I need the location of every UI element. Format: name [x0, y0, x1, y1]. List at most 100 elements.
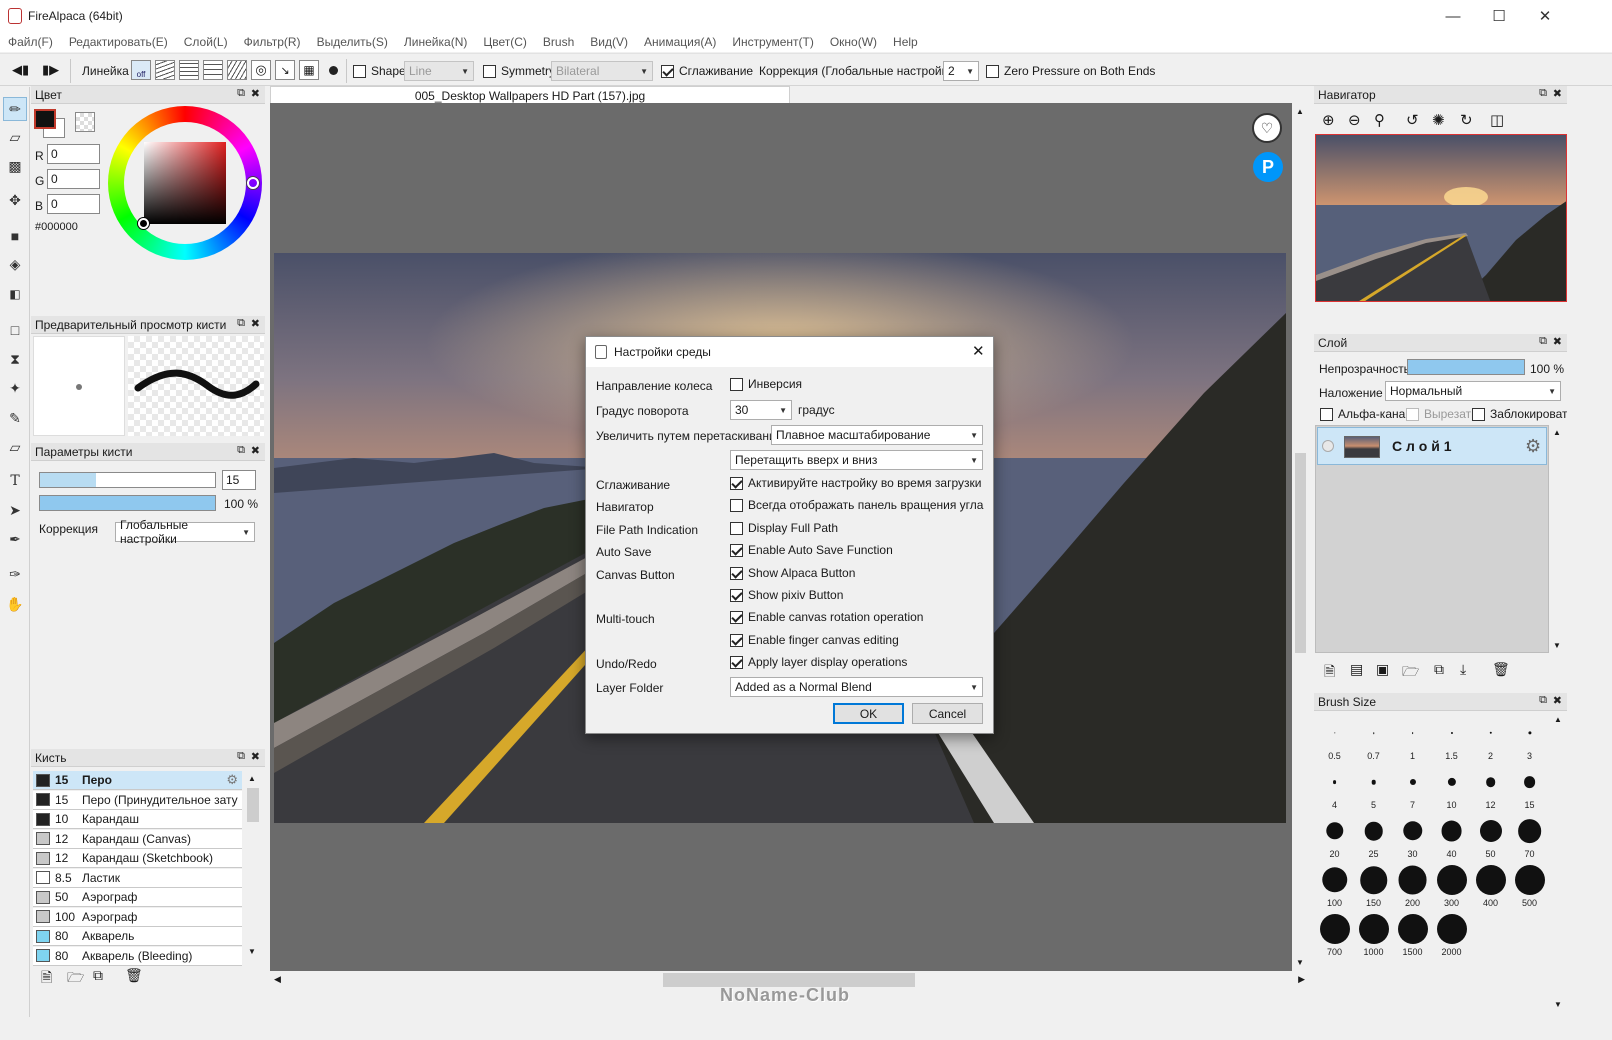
lock-checkbox[interactable]: Заблокироваті [1472, 407, 1567, 421]
brush-size-preset[interactable]: 30 [1393, 811, 1432, 859]
undock-icon[interactable]: ⧉ [237, 87, 245, 100]
duplicate-brush-icon[interactable]: ⧉ [93, 967, 103, 984]
alpaca-button-checkbox[interactable]: Show Alpaca Button [730, 566, 855, 580]
pixiv-button-checkbox[interactable]: Show pixiv Button [730, 588, 843, 602]
new-8bit-layer-icon[interactable]: ▤ [1350, 661, 1363, 678]
layer-folder-select[interactable]: Added as a Normal Blend ▼ [730, 677, 983, 697]
parallel-ruler-icon[interactable] [155, 60, 175, 80]
brush-size-preset[interactable]: 4 [1315, 762, 1354, 810]
zero-pressure-checkbox[interactable]: Zero Pressure on Both Ends [986, 61, 1155, 81]
brush-list-item[interactable]: 50 Аэрограф [33, 888, 242, 907]
brush-size-slider[interactable] [39, 472, 216, 488]
brush-size-preset[interactable]: 300 [1432, 860, 1471, 908]
cancel-button[interactable]: Cancel [912, 703, 983, 724]
undock-icon[interactable]: ⧉ [237, 317, 245, 330]
menu-item[interactable]: Инструмент(T) [724, 35, 822, 49]
correction-select[interactable]: 2 ▼ [943, 61, 979, 81]
close-panel-icon[interactable]: ✖ [251, 317, 260, 330]
blend-select[interactable]: Нормальный ▼ [1385, 381, 1561, 401]
brush-size-preset[interactable]: 5 [1354, 762, 1393, 810]
grid-ruler-icon[interactable] [179, 60, 199, 80]
lasso-tool-icon[interactable]: ⧗ [3, 347, 27, 371]
brush-size-preset[interactable]: 700 [1315, 909, 1354, 957]
shape-select[interactable]: Line ▼ [404, 61, 474, 81]
pixiv-button-icon[interactable]: P [1253, 152, 1283, 182]
brush-list-item[interactable]: 12 Карандаш (Sketchbook) [33, 849, 242, 868]
transparent-swatch[interactable] [75, 112, 95, 132]
menu-item[interactable]: Анимация(A) [636, 35, 724, 49]
rotate-select[interactable]: 30 ▼ [730, 400, 792, 420]
undock-icon[interactable]: ⧉ [237, 750, 245, 763]
dot-tool-icon[interactable]: ▩ [3, 154, 27, 178]
new-brush-icon[interactable]: 🗎 [41, 967, 52, 991]
undock-icon[interactable]: ⧉ [1539, 335, 1547, 348]
close-panel-icon[interactable]: ✖ [251, 87, 260, 100]
brush-size-preset[interactable]: 200 [1393, 860, 1432, 908]
layer-opacity-slider[interactable] [1407, 359, 1525, 375]
eraser-tool-icon[interactable]: ▱ [3, 125, 27, 149]
brush-size-scrollbar[interactable]: ▲ ▼ [1550, 712, 1567, 1012]
wheel-invert-checkbox[interactable]: Инверсия [730, 377, 802, 391]
brush-list-item[interactable]: 80 Акварель (Bleeding) [33, 946, 242, 966]
brush-list-item[interactable]: 80 Акварель [33, 927, 242, 946]
menu-item[interactable]: Фильтр(R) [236, 35, 309, 49]
move-tool-icon[interactable]: ✥ [3, 188, 27, 212]
layer-settings-icon[interactable]: ⚙ [1525, 436, 1541, 457]
brush-correction-select[interactable]: Глобальные настройки ▼ [115, 518, 255, 546]
shape-checkbox[interactable]: Shape [353, 61, 406, 81]
grid-settings-icon[interactable]: ▦ [299, 60, 319, 80]
pen-tool-icon[interactable]: ✏ [3, 97, 27, 121]
close-panel-icon[interactable]: ✖ [1553, 87, 1562, 100]
drag-direction-select[interactable]: Перетащить вверх и вниз ▼ [730, 450, 983, 470]
symmetry-checkbox[interactable]: Symmetry [483, 61, 555, 81]
brush-list-item[interactable]: 15 Перо ⚙ [33, 771, 242, 790]
canvas-vertical-scrollbar[interactable]: ▲ ▼ [1292, 103, 1309, 971]
brush-list-item[interactable]: 12 Карандаш (Canvas) [33, 829, 242, 849]
layer-row[interactable]: С л о й 1 ⚙ [1317, 427, 1547, 465]
navigator-thumbnail[interactable] [1315, 134, 1567, 302]
operation-tool-icon[interactable]: ➤ [3, 498, 27, 522]
clipping-checkbox[interactable]: Вырезать [1406, 407, 1477, 421]
g-input[interactable]: 0 [47, 169, 100, 189]
delete-layer-icon[interactable]: 🗑 [1492, 661, 1510, 678]
brush-opacity-slider[interactable] [39, 495, 216, 511]
undock-icon[interactable]: ⧉ [1539, 694, 1547, 707]
close-panel-icon[interactable]: ✖ [1553, 335, 1562, 348]
autosave-checkbox[interactable]: Enable Auto Save Function [730, 543, 893, 557]
zoom-fit-icon[interactable]: ⚲ [1374, 111, 1385, 129]
undo-icon[interactable]: ◀▮ [12, 62, 29, 78]
text-tool-icon[interactable]: T [3, 469, 27, 493]
alpaca-button-icon[interactable]: ♡ [1252, 113, 1282, 143]
blur-tool-icon[interactable]: ✒ [3, 527, 27, 551]
brush-size-preset[interactable]: 15 [1510, 762, 1549, 810]
menu-item[interactable]: Окно(W) [822, 35, 885, 49]
brush-size-preset[interactable]: 7 [1393, 762, 1432, 810]
brush-size-preset[interactable]: 150 [1354, 860, 1393, 908]
ellipse-ruler-icon[interactable]: ◎ [251, 60, 271, 80]
rotate-left-icon[interactable]: ↺ [1406, 111, 1419, 129]
brush-list-item[interactable]: 15 Перо (Принудительное зату [33, 790, 242, 810]
redo-icon[interactable]: ▮▶ [42, 62, 59, 78]
brush-size-preset[interactable]: 2 [1471, 713, 1510, 761]
new-1bit-layer-icon[interactable]: ▣ [1376, 661, 1389, 678]
perspective-ruler-icon[interactable] [227, 60, 247, 80]
rotate-reset-icon[interactable]: ✺ [1432, 111, 1445, 129]
curve-ruler-icon[interactable]: ↘ [275, 60, 295, 80]
brush-size-preset[interactable]: 0.5 [1315, 713, 1354, 761]
menu-item[interactable]: Файл(F) [0, 35, 61, 49]
brush-size-input[interactable]: 15 [222, 470, 256, 490]
select-pen-tool-icon[interactable]: ✎ [3, 406, 27, 430]
gradient-tool-icon[interactable]: ◧ [3, 282, 27, 306]
select-tool-icon[interactable]: □ [3, 318, 27, 342]
eyedropper-tool-icon[interactable]: ✑ [3, 562, 27, 586]
brush-list-item[interactable]: 10 Карандаш [33, 810, 242, 829]
brush-size-preset[interactable]: 1000 [1354, 909, 1393, 957]
layer-folder-icon[interactable]: 🗁 [1402, 661, 1419, 685]
navigator-rotation-checkbox[interactable]: Всегда отображать панель вращения угла [730, 498, 983, 512]
b-input[interactable]: 0 [47, 194, 100, 214]
ruler-dot-icon[interactable] [329, 66, 338, 75]
brush-list-item[interactable]: 8.5 Ластик [33, 868, 242, 888]
menu-item[interactable]: Цвет(C) [475, 35, 535, 49]
brush-settings-icon[interactable]: ⚙ [226, 772, 238, 788]
r-input[interactable]: 0 [47, 144, 100, 164]
